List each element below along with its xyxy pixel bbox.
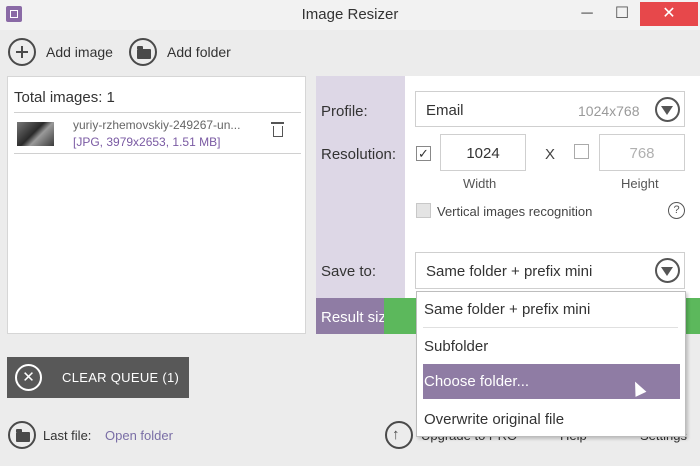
vertical-recognition-checkbox[interactable]	[416, 203, 431, 218]
add-folder-button[interactable]: Add folder	[129, 38, 239, 68]
option-subfolder[interactable]: Subfolder	[423, 329, 680, 364]
save-to-select[interactable]: Same folder + prefix mini	[415, 252, 685, 289]
option-same-folder[interactable]: Same folder + prefix mini	[423, 292, 680, 327]
option-overwrite[interactable]: Overwrite original file	[423, 402, 680, 437]
clear-queue-button[interactable]: ✕ CLEAR QUEUE (1)	[7, 357, 189, 398]
add-folder-label: Add folder	[167, 44, 231, 60]
height-checkbox[interactable]	[574, 144, 589, 159]
add-image-button[interactable]: Add image	[8, 38, 118, 68]
save-to-dropdown: Same folder + prefix mini Subfolder Choo…	[416, 291, 686, 437]
folder-icon	[16, 429, 30, 442]
chevron-down-icon	[655, 97, 680, 122]
total-images: Total images: 1	[14, 89, 115, 106]
width-input[interactable]: 1024	[440, 134, 526, 171]
last-file-label: Last file:	[43, 428, 92, 443]
last-file-folder-button[interactable]	[8, 421, 36, 449]
save-to-label: Save to:	[321, 263, 377, 280]
upgrade-button[interactable]: ↑	[385, 421, 413, 449]
folder-icon	[137, 46, 151, 59]
resolution-label: Resolution:	[321, 146, 397, 163]
minimize-button[interactable]: ─	[570, 2, 604, 26]
image-thumbnail	[17, 122, 54, 146]
title-bar: Image Resizer ─ ☐ ✕	[0, 0, 700, 30]
queue-item[interactable]: yuriy-rzhemovskiy-249267-un... [JPG, 397…	[8, 113, 305, 153]
clear-queue-label: CLEAR QUEUE (1)	[62, 370, 180, 385]
save-to-value: Same folder + prefix mini	[426, 263, 593, 280]
plus-icon	[8, 38, 36, 66]
chevron-down-icon	[655, 258, 680, 283]
maximize-button[interactable]: ☐	[605, 2, 639, 26]
trash-icon[interactable]	[271, 122, 284, 137]
check-icon: ✓	[418, 146, 429, 161]
height-caption: Height	[621, 176, 659, 191]
folder-circle	[129, 38, 157, 66]
width-checkbox[interactable]: ✓	[416, 146, 431, 161]
divider	[14, 153, 301, 154]
close-button[interactable]: ✕	[640, 2, 698, 26]
image-queue: Total images: 1 yuriy-rzhemovskiy-249267…	[7, 76, 306, 334]
file-name: yuriy-rzhemovskiy-249267-un...	[73, 118, 241, 132]
profile-size: 1024x768	[578, 103, 640, 119]
vertical-recognition-label: Vertical images recognition	[437, 204, 593, 219]
add-image-label: Add image	[46, 44, 113, 60]
divider	[423, 327, 678, 328]
open-folder-link[interactable]: Open folder	[105, 428, 173, 443]
profile-select[interactable]: Email 1024x768	[415, 91, 685, 127]
arrow-up-icon: ↑	[392, 426, 400, 443]
profile-value: Email	[426, 102, 464, 119]
height-input[interactable]: 768	[599, 134, 685, 171]
dimension-separator: X	[545, 146, 556, 163]
width-caption: Width	[463, 176, 497, 191]
help-icon[interactable]: ?	[668, 202, 685, 219]
close-icon: ✕	[15, 364, 42, 391]
file-meta: [JPG, 3979x2653, 1.51 MB]	[73, 135, 221, 149]
profile-label: Profile:	[321, 103, 368, 120]
